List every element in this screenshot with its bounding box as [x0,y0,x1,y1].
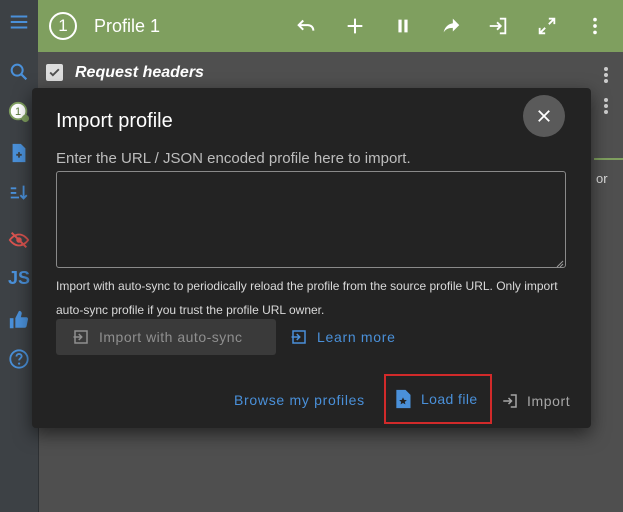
menu-icon[interactable] [7,10,31,34]
add-icon[interactable] [343,14,367,38]
learn-more-icon [291,330,306,344]
tab-indicator [594,158,623,160]
learn-more-label: Learn more [317,329,396,345]
close-button[interactable] [523,95,565,137]
fullscreen-icon[interactable] [535,14,559,38]
more-vert-icon[interactable] [583,14,607,38]
help-icon[interactable] [7,347,31,371]
thumbs-up-icon[interactable] [7,308,31,332]
pause-icon[interactable] [391,14,415,38]
load-file-button[interactable]: Load file [384,374,492,424]
sort-icon[interactable] [7,180,31,204]
load-file-label: Load file [421,391,478,407]
share-icon[interactable] [439,14,463,38]
learn-more-button[interactable]: Learn more [290,324,396,350]
import-profile-dialog: Import profile Enter the URL / JSON enco… [32,88,591,428]
load-file-icon [396,389,411,409]
truncated-text: or [596,171,608,186]
request-headers-row: Request headers [38,52,623,114]
import-button[interactable]: Import [501,392,570,410]
auto-sync-note: Import with auto-sync to periodically re… [56,279,558,317]
undo-icon[interactable] [294,14,318,38]
resize-grip-icon[interactable] [556,260,564,268]
import-icon [73,330,88,344]
import-icon [503,394,517,408]
request-headers-label: Request headers [75,64,204,81]
import-with-auto-sync-button[interactable]: Import with auto-sync [56,319,276,355]
import-label: Import [527,393,571,409]
json-icon[interactable]: JS [7,266,31,290]
import-with-auto-sync-label: Import with auto-sync [99,329,243,345]
row-more-icon-2[interactable] [603,97,609,120]
profile-url-json-input[interactable] [56,171,566,268]
hide-icon[interactable] [7,228,31,252]
close-icon [538,110,550,122]
search-icon[interactable] [7,60,31,84]
import-prompt: Enter the URL / JSON encoded profile her… [56,150,411,167]
browse-my-profiles-button[interactable]: Browse my profiles [234,392,365,408]
profile-number-badge: 1 [49,12,77,40]
dialog-title: Import profile [56,110,173,132]
add-file-icon[interactable] [7,141,31,165]
profile-title[interactable]: Profile 1 [94,16,160,37]
profile-badge-number: 1 [15,106,21,118]
row-more-icon[interactable] [603,66,609,89]
request-headers-checkbox[interactable] [46,64,63,81]
profile-header: 1 Profile 1 [38,0,623,52]
profile-badge-icon[interactable]: 1 [7,100,31,124]
import-header-icon[interactable] [486,14,510,38]
